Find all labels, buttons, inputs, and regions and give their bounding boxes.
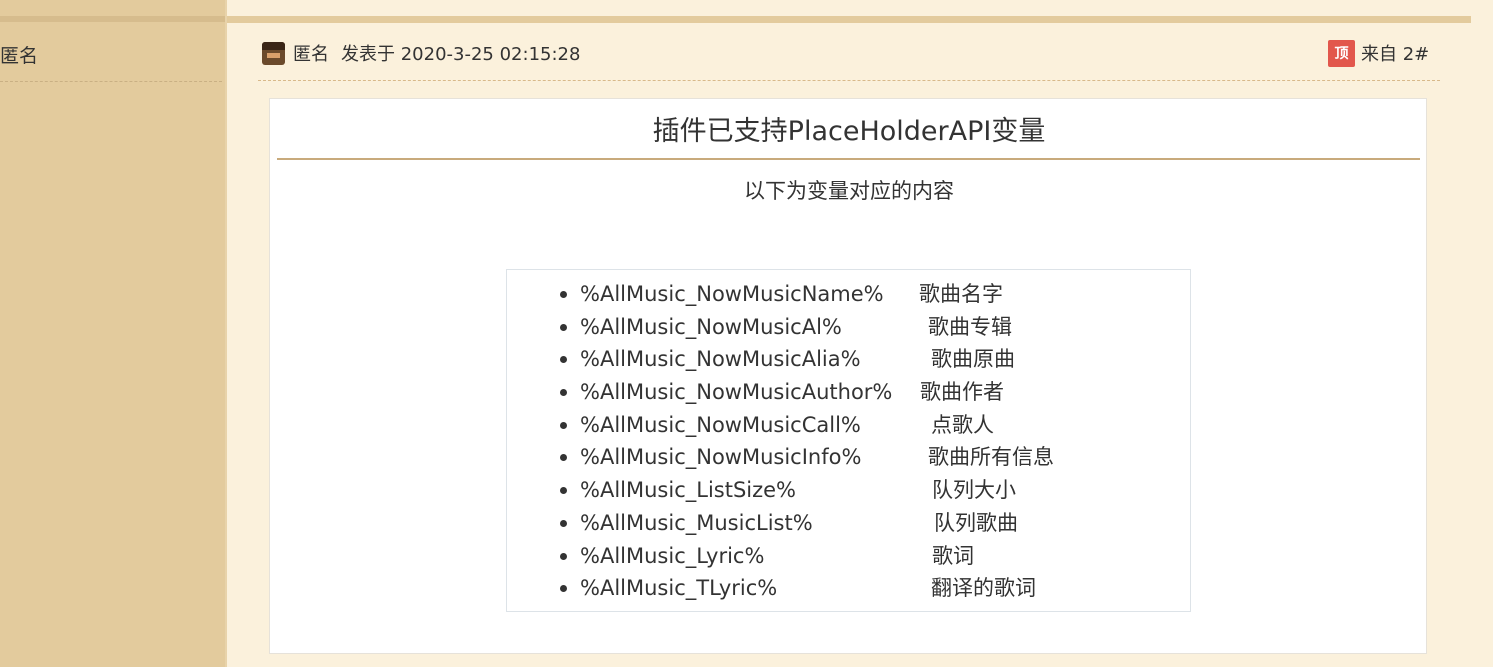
bullet-icon [560,454,567,462]
bullet-icon [560,389,567,397]
bullet-icon [560,421,567,429]
variable-name: %AllMusic_NowMusicInfo% [580,445,862,470]
variable-name: %AllMusic_MusicList% [580,510,813,535]
post-content: 插件已支持PlaceHolderAPI变量 以下为变量对应的内容 %AllMus… [269,98,1427,654]
variable-name: %AllMusic_NowMusicAl% [580,314,842,339]
post-header-divider [258,80,1440,81]
top-badge-icon[interactable]: 顶 [1328,39,1355,67]
variable-name: %AllMusic_NowMusicCall% [580,412,861,437]
bullet-icon [560,323,567,331]
author-avatar-icon[interactable] [262,41,285,65]
post-author[interactable]: 匿名 [293,40,329,66]
variable-description: 歌曲作者 [920,380,1004,405]
variable-description: 歌曲专辑 [928,314,1012,339]
variable-name: %AllMusic_Lyric% [580,543,765,568]
variable-description: 歌词 [932,543,974,568]
sidebar-border [225,0,227,667]
sidebar-author-name[interactable]: 匿名 [0,41,38,68]
bullet-icon [560,585,567,593]
bullet-icon [560,291,567,298]
post-floor-info: 顶 来自 2# [1328,38,1429,68]
variable-table: %AllMusic_NowMusicName% 歌曲名字 %AllMusic_N… [506,269,1191,612]
variable-name: %AllMusic_NowMusicName% [580,282,884,306]
variable-name: %AllMusic_NowMusicAuthor% [580,380,893,405]
title-rule [277,158,1420,160]
variable-description: 歌曲原曲 [931,347,1015,372]
post-header: 匿名 发表于 2020-3-25 02:15:28 [262,38,580,68]
variable-description: 歌曲所有信息 [928,445,1054,470]
author-sidebar: 匿名 [0,0,225,667]
content-title: 插件已支持PlaceHolderAPI变量 [652,116,1046,147]
variable-name: %AllMusic_NowMusicAlia% [580,347,861,372]
variable-description: 队列歌曲 [934,510,1018,535]
bullet-icon [560,356,567,364]
sidebar-divider [0,81,222,82]
variable-description: 点歌人 [931,412,994,437]
post-timestamp: 发表于 2020-3-25 02:15:28 [341,44,581,65]
bullet-icon [560,552,567,560]
bullet-icon [560,487,567,495]
variable-description: 队列大小 [932,478,1016,503]
variable-name: %AllMusic_TLyric% [580,576,778,601]
bullet-icon [560,519,567,527]
variable-description: 翻译的歌词 [931,576,1036,601]
sidebar-top-bar [0,16,225,22]
post-top-bar [227,16,1471,23]
post-floor-number[interactable]: 来自 2# [1361,40,1429,66]
variable-name: %AllMusic_ListSize% [580,478,797,503]
variable-description: 歌曲名字 [919,282,1003,306]
content-subtitle: 以下为变量对应的内容 [744,179,954,203]
forum-page: 匿名 匿名 发表于 2020-3-25 02:15:28 顶 来自 2# 插件已… [0,0,1493,667]
